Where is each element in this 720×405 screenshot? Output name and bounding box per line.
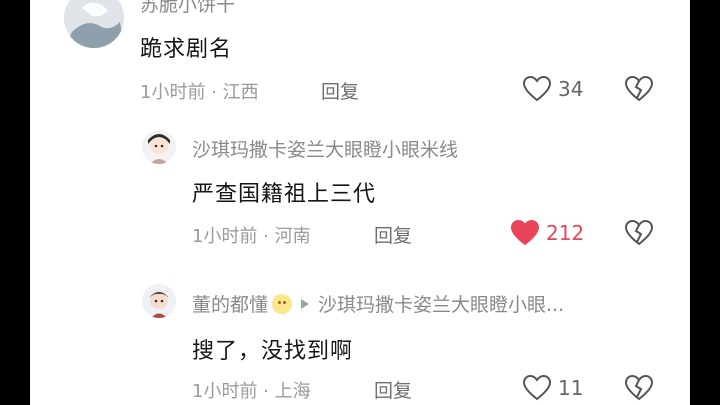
comment-username-row: 董的都懂 沙琪玛撒卡姿兰大眼瞪小眼... (192, 290, 564, 317)
comment-text: 搜了，没找到啊 (192, 339, 354, 364)
comment-text: 跪求剧名 (140, 37, 233, 62)
comment-meta: 1小时前 · 上海 (192, 377, 311, 403)
comment-text: 严查国籍祖上三代 (192, 182, 377, 207)
heart-outline-icon (522, 75, 552, 102)
like-count: 34 (558, 77, 584, 101)
heart-outline-icon (522, 374, 552, 401)
comment-location: 江西 (222, 82, 259, 103)
dislike-button[interactable] (624, 75, 654, 107)
broken-heart-icon (624, 374, 654, 401)
reply-button[interactable]: 回复 (374, 221, 412, 248)
avatar[interactable] (64, 0, 124, 48)
broken-heart-icon (624, 75, 654, 102)
like-button[interactable]: 212 (510, 219, 584, 247)
meta-separator: · (205, 82, 223, 103)
meta-separator: · (257, 226, 275, 247)
comment-meta: 1小时前 · 河南 (192, 222, 311, 248)
comment-meta: 1小时前 · 江西 (140, 78, 259, 104)
comment-time: 1小时前 (192, 381, 258, 402)
reply-target-username[interactable]: 沙琪玛撒卡姿兰大眼瞪小眼... (318, 294, 564, 316)
broken-heart-icon (624, 219, 654, 246)
like-button[interactable]: 11 (522, 374, 583, 402)
video-frame: 苏脆小饼干 跪求剧名 1小时前 · 江西 回复 34 沙琪玛撒卡姿兰大眼瞪小眼米… (0, 0, 720, 405)
dislike-button[interactable] (624, 219, 654, 251)
comment-username[interactable]: 苏脆小饼干 (140, 0, 235, 17)
smiley-emoji-icon (272, 294, 293, 314)
heart-filled-icon (510, 219, 540, 246)
like-count: 11 (558, 376, 584, 400)
reply-button[interactable]: 回复 (321, 77, 359, 104)
comment-time: 1小时前 (140, 82, 206, 103)
like-count: 212 (546, 221, 585, 245)
comment-location: 上海 (274, 381, 311, 402)
like-button[interactable]: 34 (522, 75, 583, 103)
comment-location: 河南 (274, 226, 311, 247)
dislike-button[interactable] (624, 374, 654, 405)
reply-button[interactable]: 回复 (374, 376, 412, 403)
meta-separator: · (257, 381, 275, 402)
comment-username[interactable]: 董的都懂 (192, 294, 268, 316)
reply-arrow-icon (301, 299, 310, 309)
avatar[interactable] (142, 130, 176, 164)
comment-time: 1小时前 (192, 226, 258, 247)
avatar[interactable] (142, 284, 176, 318)
comment-panel: 苏脆小饼干 跪求剧名 1小时前 · 江西 回复 34 沙琪玛撒卡姿兰大眼瞪小眼米… (30, 0, 690, 405)
comment-username[interactable]: 沙琪玛撒卡姿兰大眼瞪小眼米线 (192, 135, 458, 162)
